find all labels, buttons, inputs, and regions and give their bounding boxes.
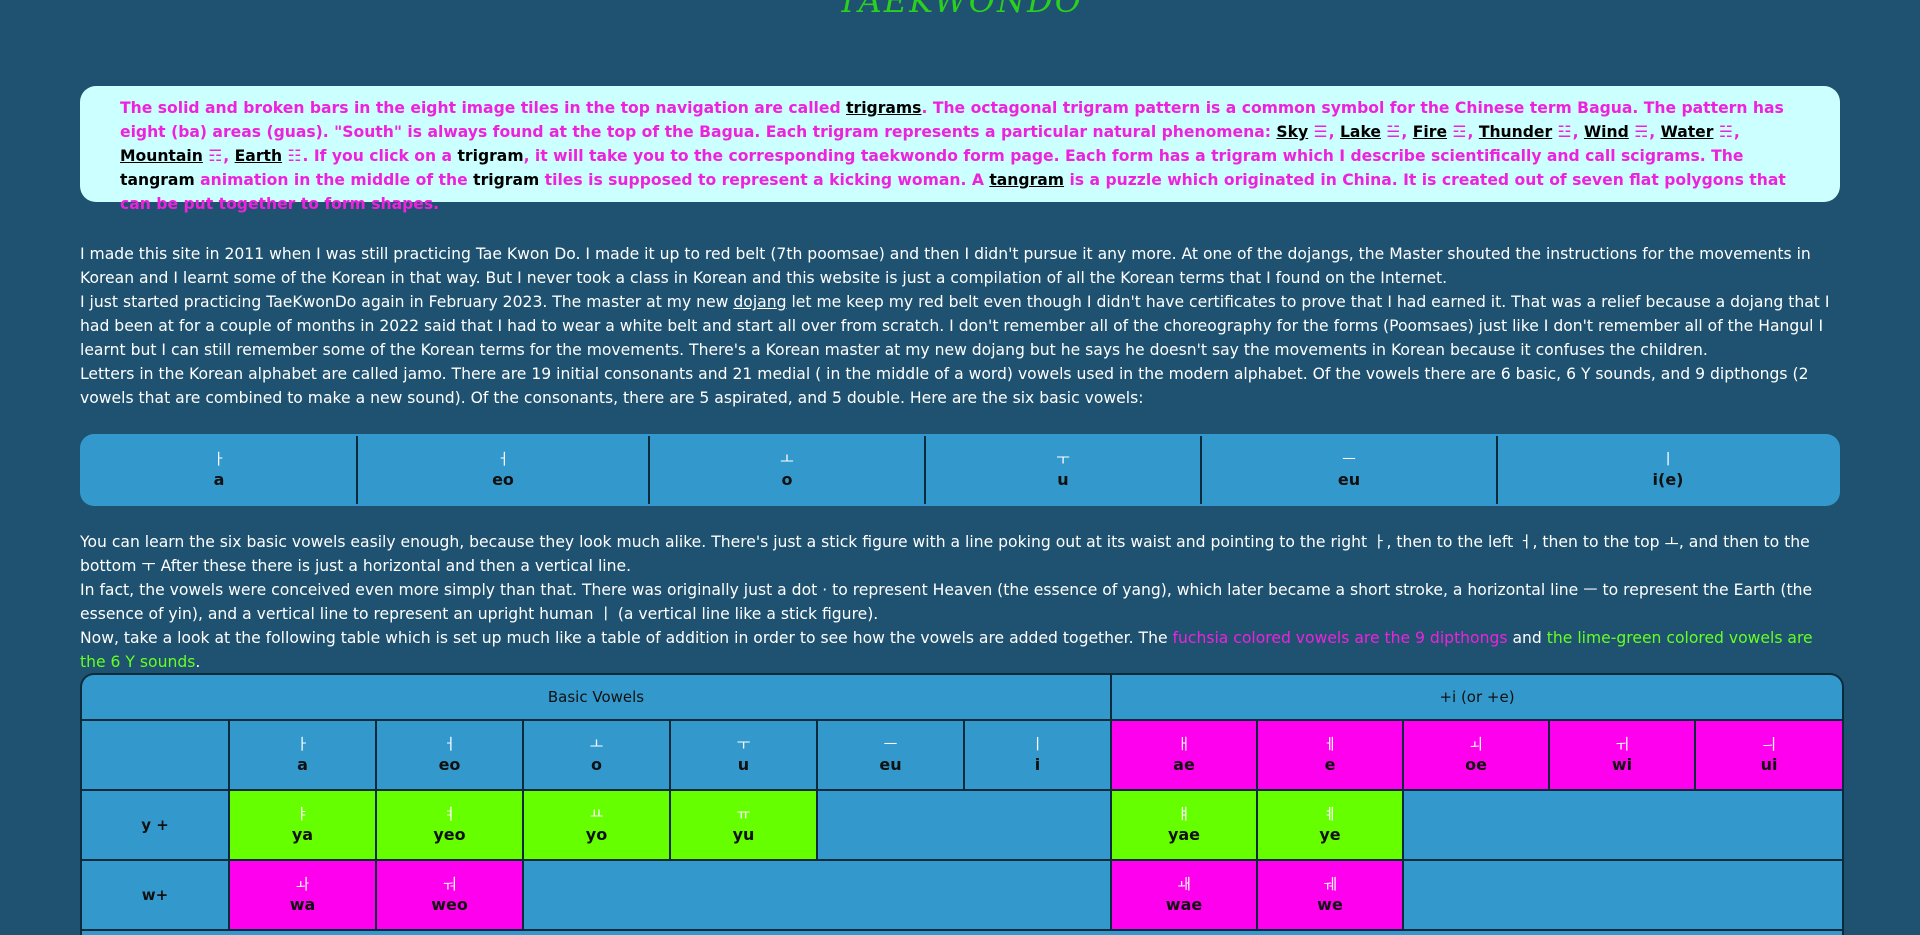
tangram-link[interactable]: tangram [989, 171, 1064, 189]
fuchsia-legend-text: fuchsia colored vowels are the 9 dipthon… [1172, 629, 1508, 647]
grid-cell-e: ㅔe [1256, 719, 1404, 791]
w-row: w+ ㅘ wa ㅝ weo ㅙ wae ㅞ we [82, 859, 1842, 931]
explain-paragraph-2: In fact, the vowels were conceived even … [80, 581, 1813, 623]
info-text-6: tiles is supposed to represent a kicking… [539, 171, 990, 189]
element-link-fire[interactable]: Fire [1413, 123, 1447, 141]
vowel-bottom-glyph: ㅜ [141, 557, 156, 575]
site-title: TAEKWONDO [837, 0, 1083, 20]
explain-paragraph-3: Now, take a look at the following table … [80, 629, 1813, 671]
element-link-sky[interactable]: Sky [1276, 123, 1308, 141]
trigram-thunder-icon: ☳ [1557, 123, 1573, 141]
explain-section: You can learn the six basic vowels easil… [80, 530, 1840, 674]
grid-cell-u: ㅜu [669, 719, 818, 791]
trigram-water-icon: ☵ [1718, 123, 1734, 141]
vowel-addition-table: Basic Vowels +i (or +e) ㅏa ㅓ eo ㅗo ㅜu ㅡ eu… [82, 675, 1842, 931]
intro-section: I made this site in 2011 when I was stil… [80, 242, 1840, 410]
vowel-cell-u: ㅜu [924, 436, 1201, 504]
info-text-3: If you click on a [313, 147, 458, 165]
grid-cell-ui: ㅢ ui [1693, 719, 1842, 791]
grid-cell-a: ㅏa [228, 719, 377, 791]
trigrams-link[interactable]: trigrams [846, 99, 921, 117]
grid-cell-ye: ㅖ ye [1256, 789, 1404, 861]
y-row: y + ㅑ ya ㅕ yeo ㅛ yo ㅠ yu ㅒ yae ㅖ ye [82, 789, 1842, 861]
grid-cell-yo: ㅛ yo [522, 789, 671, 861]
grid-cell-yeo: ㅕ yeo [375, 789, 524, 861]
grid-cell-o: ㅗo [522, 719, 671, 791]
trigram-word-2: trigram [473, 171, 540, 189]
row-label-y: y + [82, 789, 230, 861]
intro-paragraph-3: Letters in the Korean alphabet are calle… [80, 365, 1809, 407]
dojang-link[interactable]: dojang [733, 293, 786, 311]
info-text-4: , it will take you to the corresponding … [523, 147, 1744, 165]
grid-cell-yu: ㅠ yu [669, 789, 818, 861]
element-link-mountain[interactable]: Mountain [120, 147, 203, 165]
grid-cell-wa: ㅘ wa [228, 859, 377, 931]
trigram-earth-icon: ☷ [287, 147, 303, 165]
trigram-info-box: The solid and broken bars in the eight i… [80, 86, 1840, 213]
vowel-cell-eu: ㅡ eu [1200, 436, 1497, 504]
basic-vowels-table: ㅏa ㅓ eo ㅗo ㅜu ㅡ eu ㅣ i(e) [80, 434, 1840, 506]
grid-cell-ae: ㅐ ae [1110, 719, 1258, 791]
basic-row: ㅏa ㅓ eo ㅗo ㅜu ㅡ eu ㅣi ㅐ ae ㅔe ㅚ oe ㅟ wi ㅢ ui [82, 719, 1842, 791]
header-basic-vowels: Basic Vowels [82, 675, 1112, 721]
row-label-w: w+ [82, 859, 230, 931]
empty-cell [816, 789, 1112, 861]
trigram-fire-icon: ☲ [1452, 123, 1468, 141]
empty-cell [1401, 789, 1842, 861]
element-link-earth[interactable]: Earth [235, 147, 282, 165]
trigram-mountain-icon: ☶ [208, 147, 224, 165]
vowel-cell-o: ㅗo [648, 436, 925, 504]
explain-paragraph-1: You can learn the six basic vowels easil… [80, 533, 1810, 575]
vowel-right-glyph: ㅏ [1372, 533, 1387, 551]
trigram-sky-icon: ☰ [1313, 123, 1329, 141]
grid-cell-wi: ㅟ wi [1548, 719, 1696, 791]
element-link-lake[interactable]: Lake [1340, 123, 1381, 141]
info-text-1: The solid and broken bars in the eight i… [120, 99, 847, 117]
tangram-word: tangram [120, 171, 195, 189]
grid-cell-eu: ㅡ eu [816, 719, 965, 791]
element-link-thunder[interactable]: Thunder [1479, 123, 1552, 141]
grid-cell-oe: ㅚ oe [1402, 719, 1550, 791]
grid-cell-eo: ㅓ eo [375, 719, 524, 791]
basic-vowels-row: ㅏa ㅓ eo ㅗo ㅜu ㅡ eu ㅣ i(e) [82, 436, 1838, 504]
vowel-top-glyph: ㅗ [1664, 533, 1679, 551]
intro-paragraph-2: I just started practicing TaeKwonDo agai… [80, 293, 1830, 359]
vowel-cell-i: ㅣ i(e) [1496, 436, 1838, 504]
empty-cell [522, 859, 1112, 931]
grid-cell-i: ㅣi [963, 719, 1112, 791]
element-link-wind[interactable]: Wind [1584, 123, 1629, 141]
trigram-lake-icon: ☱ [1386, 123, 1402, 141]
i-glyph: ㅣ [598, 605, 613, 623]
trigram-wind-icon: ☴ [1634, 123, 1650, 141]
eu-glyph: ㅡ [1583, 581, 1598, 599]
intro-paragraph-1: I made this site in 2011 when I was stil… [80, 245, 1811, 287]
grid-cell-wae: ㅙ wae [1110, 859, 1258, 931]
grid-cell-weo: ㅝ weo [375, 859, 524, 931]
trigram-word: trigram [457, 147, 524, 165]
empty-cell [1401, 859, 1842, 931]
vowel-addition-table-wrap: Basic Vowels +i (or +e) ㅏa ㅓ eo ㅗo ㅜu ㅡ eu… [80, 673, 1844, 935]
table-header-row: Basic Vowels +i (or +e) [82, 675, 1842, 721]
vowel-cell-eo: ㅓ eo [356, 436, 649, 504]
vowel-left-glyph: ㅓ [1518, 533, 1533, 551]
element-link-water[interactable]: Water [1661, 123, 1714, 141]
vowel-cell-a: ㅏa [212, 450, 226, 489]
corner-cell [82, 719, 230, 791]
grid-cell-we: ㅞ we [1256, 859, 1404, 931]
info-text-5: animation in the middle of the [194, 171, 474, 189]
grid-cell-ya: ㅑ ya [228, 789, 377, 861]
grid-cell-yae: ㅒ yae [1110, 789, 1258, 861]
header-plus-i: +i (or +e) [1109, 675, 1842, 721]
